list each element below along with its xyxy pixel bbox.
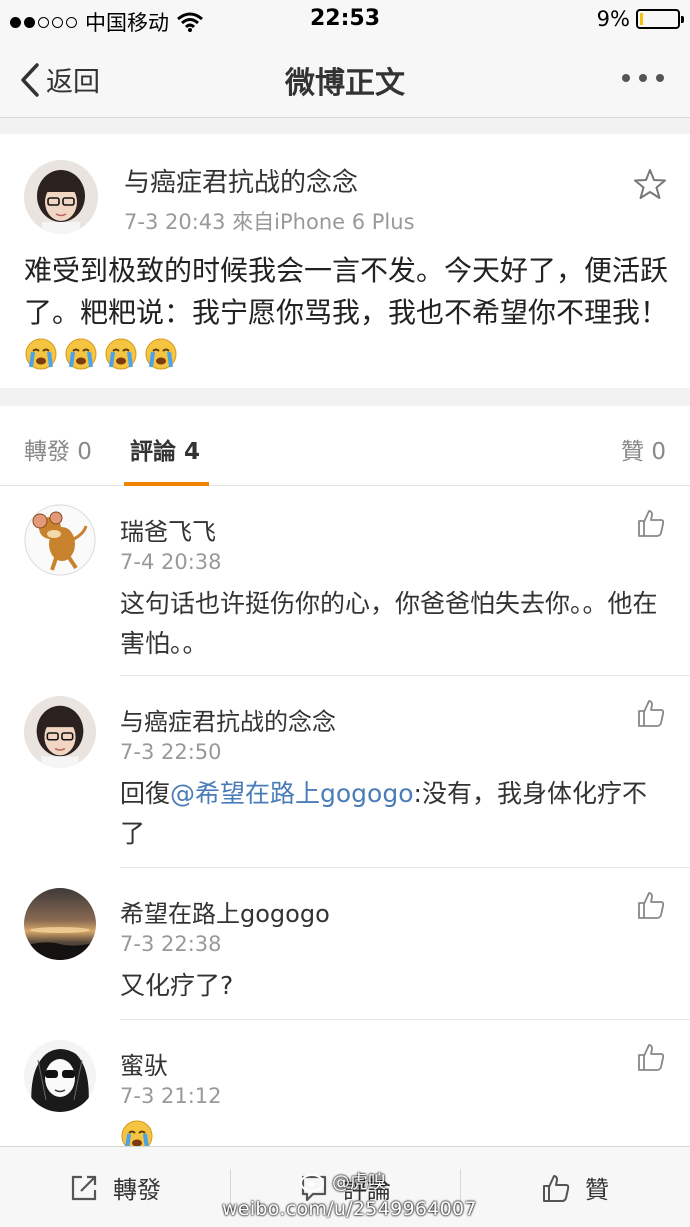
crying-emoji-icon: [104, 337, 138, 371]
comment-text: 这句话也许挺伤你的心，你爸爸怕失去你。。他在害怕。。: [120, 589, 658, 658]
thumbs-up-icon[interactable]: [636, 1042, 666, 1072]
comment-text: 又化疗了?: [120, 971, 234, 1000]
nav-bar: 返回 微博正文: [0, 40, 690, 118]
weibo-logo-icon: [300, 1174, 324, 1192]
comment-item: 希望在路上gogogo 7-3 22:38 又化疗了?: [0, 868, 690, 1020]
post-card: 与癌症君抗战的念念 7-3 20:43 來自iPhone 6 Plus 难受到极…: [0, 134, 690, 388]
battery-percent: 9%: [596, 7, 630, 31]
commenter-name[interactable]: 希望在路上gogogo: [120, 894, 330, 929]
comment-time: 7-4 20:38: [120, 550, 222, 574]
thumbs-up-icon[interactable]: [636, 890, 666, 920]
watermark-handle-text: @虎嗅: [332, 1172, 386, 1193]
repost-label: 轉發: [113, 1176, 161, 1204]
like-button[interactable]: 贊: [460, 1147, 690, 1227]
commenter-avatar[interactable]: [24, 888, 96, 960]
commenter-name[interactable]: 蜜驮: [120, 1046, 168, 1081]
repost-button[interactable]: 轉發: [0, 1147, 230, 1227]
watermark-handle: @虎嗅: [300, 1168, 386, 1194]
commenter-name[interactable]: 与癌症君抗战的念念: [120, 702, 336, 737]
commenter-avatar[interactable]: [24, 1040, 96, 1112]
post-author-name[interactable]: 与癌症君抗战的念念: [124, 162, 358, 199]
thumbs-up-icon[interactable]: [636, 508, 666, 538]
comment-item: 蜜驮 7-3 21:12: [0, 1020, 690, 1146]
comment-time: 7-3 22:50: [120, 740, 222, 764]
commenter-avatar[interactable]: [24, 696, 96, 768]
commenter-avatar[interactable]: [24, 504, 96, 576]
comment-text: [120, 1118, 660, 1146]
tab-repost[interactable]: 轉發 0: [24, 432, 92, 466]
post-text: 难受到极致的时候我会一言不发。今天好了，便活跃了。粑粑说：我宁愿你骂我，我也不希…: [24, 254, 669, 329]
mention-link[interactable]: @希望在路上gogogo: [170, 779, 414, 808]
post-meta: 7-3 20:43 來自iPhone 6 Plus: [124, 210, 415, 234]
thumbs-up-icon[interactable]: [636, 698, 666, 728]
comment-item: 与癌症君抗战的念念 7-3 22:50 回復@希望在路上gogogo:没有，我身…: [0, 676, 690, 868]
comment-list: 瑞爸飞飞 7-4 20:38 这句话也许挺伤你的心，你爸爸怕失去你。。他在害怕。…: [0, 486, 690, 1146]
status-bar: 中国移动 22:53 9%: [0, 0, 690, 40]
comment-text: 回復@希望在路上gogogo:没有，我身体化疗不了: [120, 774, 660, 854]
reply-prefix: 回復: [120, 779, 171, 808]
crying-emoji-icon: [144, 337, 178, 371]
comment-time: 7-3 21:12: [120, 1084, 222, 1108]
clock: 22:53: [309, 6, 381, 31]
like-label: 贊: [585, 1176, 609, 1204]
share-icon: [71, 1175, 97, 1200]
tab-like[interactable]: 贊 0: [621, 432, 666, 466]
watermark-url: weibo.com/u/2549964007: [222, 1198, 477, 1220]
crying-emoji-icon: [120, 1119, 154, 1146]
page-title: 微博正文: [285, 66, 405, 101]
post-content: 难受到极致的时候我会一言不发。今天好了，便活跃了。粑粑说：我宁愿你骂我，我也不希…: [24, 250, 674, 376]
thumbs-up-icon: [543, 1174, 570, 1202]
favorite-star-icon[interactable]: [634, 168, 666, 200]
battery-icon: [636, 9, 684, 29]
tab-comment[interactable]: 評論 4: [130, 432, 200, 466]
author-avatar[interactable]: [24, 160, 98, 234]
commenter-name[interactable]: 瑞爸飞飞: [120, 512, 216, 547]
comment-item: 瑞爸飞飞 7-4 20:38 这句话也许挺伤你的心，你爸爸怕失去你。。他在害怕。…: [0, 486, 690, 676]
crying-emoji-icon: [24, 337, 58, 371]
crying-emoji-icon: [64, 337, 98, 371]
interaction-tabs: 轉發 0 評論 4 贊 0: [0, 406, 690, 486]
more-icon[interactable]: [622, 74, 664, 82]
comment-time: 7-3 22:38: [120, 932, 222, 956]
